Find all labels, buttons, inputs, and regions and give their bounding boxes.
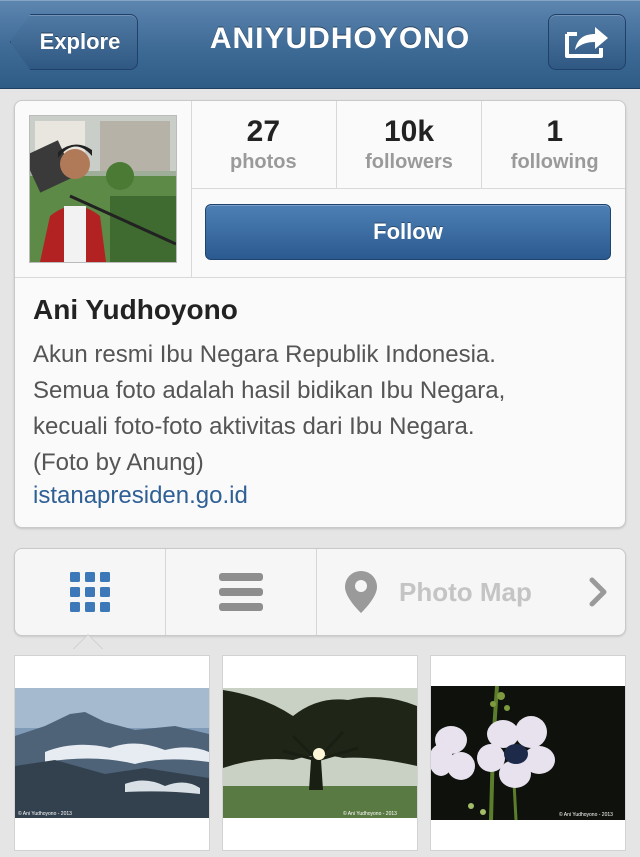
photo-tree-image: © Ani Yudhoyono - 2013: [223, 656, 417, 850]
stat-label: photos: [230, 151, 297, 173]
location-pin-icon: [345, 571, 377, 613]
follow-button[interactable]: Follow: [205, 204, 611, 260]
tab-photo-map[interactable]: Photo Map: [317, 549, 625, 635]
watermark: © Ani Yudhoyono - 2013: [559, 811, 613, 818]
profile-website-link[interactable]: istanapresiden.go.id: [33, 482, 248, 510]
avatar-cell: [15, 101, 192, 277]
list-view-icon: [219, 573, 263, 611]
photo-flowers-image: © Ani Yudhoyono - 2013: [431, 656, 625, 850]
stat-photos[interactable]: 27 photos: [191, 101, 337, 188]
view-tab-bar: Photo Map: [14, 548, 626, 636]
stat-value: 1: [546, 115, 564, 148]
grid-view-icon: [70, 572, 110, 612]
stat-label: following: [510, 151, 599, 173]
photo-thumbnail-tree[interactable]: © Ani Yudhoyono - 2013: [222, 655, 418, 851]
nav-bar: Explore ANIYUDHOYONO: [0, 0, 640, 89]
watermark: © Ani Yudhoyono - 2013: [343, 810, 397, 817]
stat-value: 10k: [383, 115, 435, 148]
page-title: ANIYUDHOYONO: [209, 22, 471, 55]
divider: [15, 277, 625, 278]
explore-back-button[interactable]: Explore: [10, 14, 138, 70]
stat-following[interactable]: 1 following: [482, 101, 625, 188]
stat-label: followers: [365, 151, 453, 173]
photo-thumbnail-mountains[interactable]: © Ani Yudhoyono - 2013: [14, 655, 210, 851]
avatar[interactable]: [29, 115, 177, 263]
profile-name: Ani Yudhoyono: [33, 294, 238, 325]
avatar-photo: [30, 116, 176, 262]
active-tab-pointer: [74, 635, 102, 649]
photo-thumbnail-flowers[interactable]: © Ani Yudhoyono - 2013: [430, 655, 626, 851]
profile-bio: Akun resmi Ibu Negara Republik Indonesia…: [33, 341, 506, 476]
photo-mountains-image: © Ani Yudhoyono - 2013: [15, 656, 209, 850]
stat-value: 27: [246, 115, 281, 148]
chevron-right-icon: [589, 577, 607, 607]
stat-followers[interactable]: 10k followers: [337, 101, 483, 188]
photo-map-label: Photo Map: [399, 576, 532, 607]
share-button[interactable]: [548, 14, 626, 70]
tab-list-view[interactable]: [166, 549, 317, 635]
stats-row: 27 photos 10k followers 1 following: [191, 101, 625, 189]
share-icon: [565, 27, 608, 58]
tab-grid-view[interactable]: [15, 549, 166, 635]
watermark: © Ani Yudhoyono - 2013: [18, 810, 72, 817]
profile-card: 27 photos 10k followers 1 following Foll…: [14, 100, 626, 528]
